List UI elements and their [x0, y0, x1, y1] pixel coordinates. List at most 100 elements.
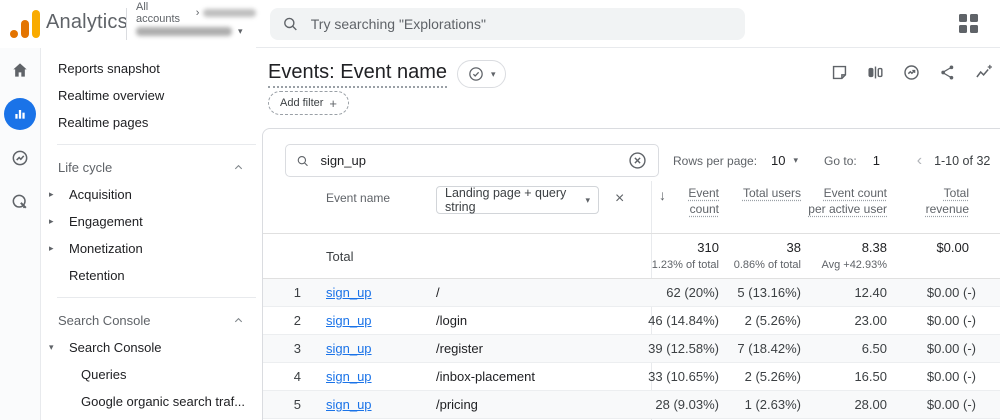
dimension-header[interactable]: Event name — [326, 191, 390, 205]
table-header-row: Event name Landing page + query string ▾… — [263, 181, 1000, 234]
account-caret-icon: ▾ — [238, 27, 243, 36]
cell-revenue: $0.00 (-) — [876, 313, 976, 328]
sidebar-item-monetization[interactable]: ▸Monetization — [41, 235, 256, 262]
explore-icon[interactable] — [0, 136, 40, 180]
remove-dimension-icon[interactable]: × — [615, 190, 624, 208]
event-name-link[interactable]: sign_up — [326, 341, 372, 356]
column-header-label: Event count per active user — [808, 186, 887, 216]
chevron-up-icon — [233, 162, 244, 173]
cell-total-users: 7 (18.42%) — [701, 341, 801, 356]
column-header-total-revenue[interactable]: Total revenue — [899, 185, 969, 217]
totals-row: Total 310 1.23% of total 38 0.86% of tot… — [263, 234, 1000, 279]
cell-event-count: 46 (14.84%) — [571, 313, 719, 328]
insights-icon[interactable] — [902, 63, 921, 82]
total-users-sub: 0.86% of total — [701, 259, 801, 271]
sidebar-nav: Reports snapshot Realtime overview Realtim… — [41, 48, 256, 420]
total-event-count: 310 — [571, 240, 719, 255]
row-index: 1 — [285, 285, 301, 300]
home-icon[interactable] — [0, 48, 40, 92]
sidebar-section-search-console[interactable]: Search Console — [41, 307, 256, 334]
cell-event-count: 62 (20%) — [571, 285, 719, 300]
landing-page-value: /inbox-placement — [436, 369, 535, 384]
column-header-label: Event count — [688, 186, 719, 216]
table-body: 1sign_up/62 (20%)5 (13.16%)12.40$0.00 (-… — [263, 279, 1000, 419]
report-status-pill[interactable]: ▾ — [457, 60, 506, 88]
cell-count-per-user: 28.00 — [787, 397, 887, 412]
row-index: 2 — [285, 313, 301, 328]
breadcrumb-chevron-icon: › — [196, 7, 200, 19]
sidebar-item-realtime-overview[interactable]: Realtime overview — [41, 82, 256, 109]
all-accounts-label: All accounts — [136, 1, 192, 25]
nav-divider — [57, 144, 256, 145]
nav-divider — [57, 297, 256, 298]
event-name-link[interactable]: sign_up — [326, 313, 372, 328]
sidebar-item-engagement[interactable]: ▸Engagement — [41, 208, 256, 235]
sidebar-item-label: Realtime overview — [58, 88, 164, 103]
sidebar-item-label: Retention — [69, 268, 125, 283]
analytics-logo-icon — [8, 6, 42, 42]
pill-caret-icon: ▾ — [491, 70, 496, 79]
share-icon[interactable] — [938, 63, 957, 82]
event-name-link[interactable]: sign_up — [326, 369, 372, 384]
landing-page-value: /pricing — [436, 397, 478, 412]
global-search[interactable] — [270, 8, 745, 40]
report-table-card: Rows per page: 10 ▾ Go to: ‹ 1-10 of 32 … — [262, 128, 1000, 420]
column-header-event-count-per-active-user[interactable]: Event count per active user — [803, 185, 887, 217]
row-index: 3 — [285, 341, 301, 356]
landing-page-value: /register — [436, 341, 483, 356]
table-search-input[interactable] — [318, 152, 618, 169]
goto-label: Go to: — [824, 154, 857, 168]
sidebar-item-queries[interactable]: Queries — [41, 361, 256, 388]
sidebar-section-life-cycle[interactable]: Life cycle — [41, 154, 256, 181]
reports-icon[interactable] — [0, 92, 40, 136]
sidebar-item-google-organic-search-traf[interactable]: Google organic search traf... — [41, 388, 256, 415]
brand-title: Analytics — [46, 11, 128, 34]
sidebar-item-reports-snapshot[interactable]: Reports snapshot — [41, 55, 256, 82]
cell-revenue: $0.00 (-) — [876, 397, 976, 412]
sidebar-item-label: Queries — [81, 367, 127, 382]
global-search-input[interactable] — [309, 15, 733, 33]
table-row: 4sign_up/inbox-placement33 (10.65%)2 (5.… — [263, 363, 1000, 391]
table-search[interactable] — [285, 144, 659, 177]
cell-count-per-user: 23.00 — [787, 313, 887, 328]
rows-per-page-caret-icon[interactable]: ▾ — [794, 155, 799, 166]
goto-page-input[interactable] — [871, 152, 901, 169]
column-header-total-users[interactable]: Total users — [741, 185, 801, 201]
trends-explore-icon[interactable] — [974, 62, 994, 82]
table-row: 1sign_up/62 (20%)5 (13.16%)12.40$0.00 (-… — [263, 279, 1000, 307]
cell-count-per-user: 6.50 — [787, 341, 887, 356]
event-name-link[interactable]: sign_up — [326, 285, 372, 300]
ga-analytics-screen: Analytics All accounts › ▾ — [0, 0, 1000, 420]
comparison-icon[interactable] — [866, 63, 885, 82]
sidebar-item-acquisition[interactable]: ▸Acquisition — [41, 181, 256, 208]
apps-grid-icon[interactable] — [959, 14, 978, 33]
plus-icon: + — [329, 96, 337, 111]
add-filter-button[interactable]: Add filter + — [268, 91, 349, 115]
account-switcher[interactable]: All accounts › ▾ — [136, 6, 256, 42]
clear-search-icon[interactable] — [627, 150, 648, 171]
event-name-link[interactable]: sign_up — [326, 397, 372, 412]
cell-event-count: 33 (10.65%) — [571, 369, 719, 384]
note-icon[interactable] — [830, 63, 849, 82]
search-icon — [282, 15, 299, 33]
column-header-event-count[interactable]: Event count — [663, 185, 719, 217]
table-row: 3sign_up/register39 (12.58%)7 (18.42%)6.… — [263, 335, 1000, 363]
rows-per-page-value[interactable]: 10 — [771, 153, 785, 168]
advertising-icon[interactable] — [0, 180, 40, 224]
report-actions — [830, 62, 994, 82]
sidebar-item-label: Engagement — [69, 214, 143, 229]
topbar-divider — [126, 8, 127, 40]
sidebar-item-label: Monetization — [69, 241, 143, 256]
prev-page-icon[interactable]: ‹ — [917, 153, 922, 169]
table-row: 2sign_up/login46 (14.84%)2 (5.26%)23.00$… — [263, 307, 1000, 335]
secondary-dimension-select[interactable]: Landing page + query string ▾ — [436, 186, 599, 214]
page-title[interactable]: Events: Event name — [268, 61, 447, 88]
sidebar-item-realtime-pages[interactable]: Realtime pages — [41, 109, 256, 136]
sidebar-item-search-console[interactable]: ▾Search Console — [41, 334, 256, 361]
account-name-redacted — [203, 9, 256, 17]
table-row: 5sign_up/pricing28 (9.03%)1 (2.63%)28.00… — [263, 391, 1000, 419]
chevron-right-icon: ▸ — [49, 189, 69, 200]
sidebar-item-retention[interactable]: Retention — [41, 262, 256, 289]
pagination-range: 1-10 of 32 — [934, 154, 990, 168]
row-index: 5 — [285, 397, 301, 412]
